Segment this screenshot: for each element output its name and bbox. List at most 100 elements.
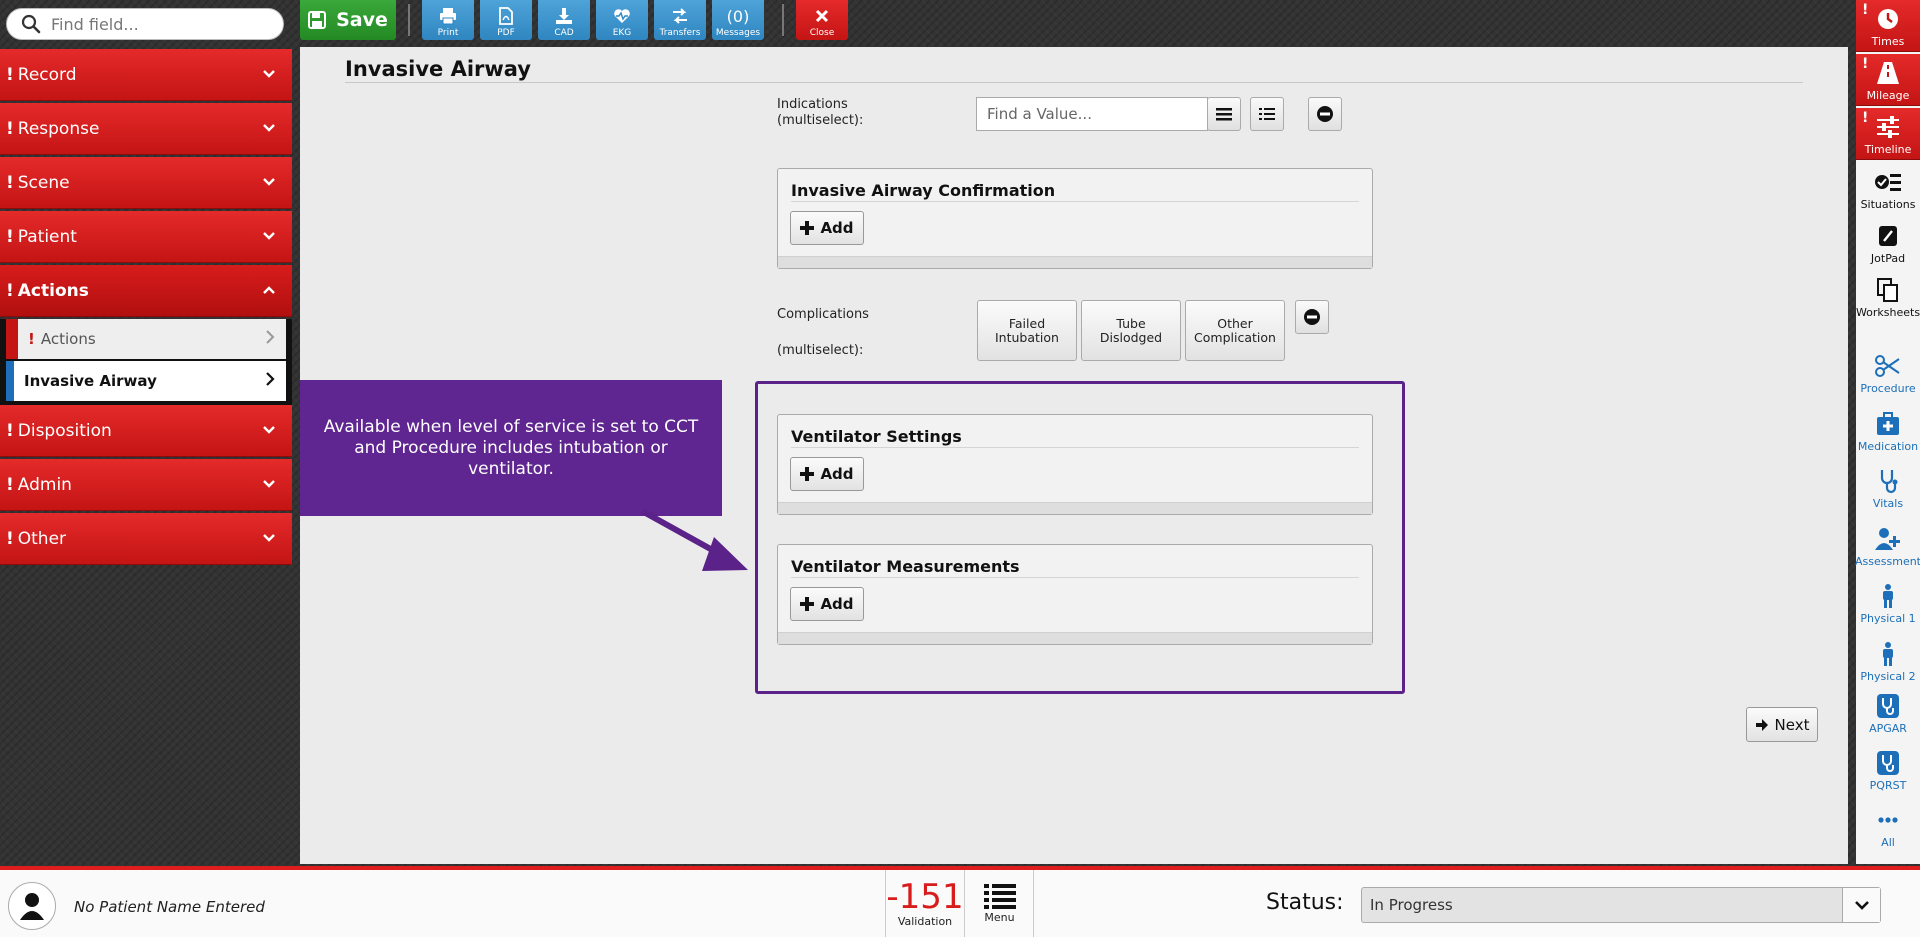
road-icon — [1877, 62, 1899, 84]
sidebar-item-admin[interactable]: ! Admin — [0, 459, 292, 511]
clear-indications-button[interactable] — [1308, 97, 1342, 131]
rail-assessment[interactable]: Assessment — [1855, 519, 1920, 571]
save-button[interactable]: Save — [300, 0, 396, 40]
messages-button[interactable]: (0) Messages — [712, 0, 764, 40]
rail-vitals[interactable]: Vitals — [1856, 461, 1920, 513]
rail-physical-2[interactable]: Physical 2 — [1856, 634, 1920, 686]
complication-other[interactable]: Other Complication — [1185, 300, 1285, 361]
chevron-right-icon — [266, 330, 275, 344]
alert-icon: ! — [6, 226, 14, 247]
add-label: Add — [820, 595, 854, 613]
floppy-icon — [308, 11, 327, 29]
rail-label: PQRST — [1869, 779, 1907, 792]
rail-physical-1[interactable]: Physical 1 — [1856, 576, 1920, 628]
subnav-item-label: Actions — [40, 330, 96, 348]
sidebar-item-disposition[interactable]: ! Disposition — [0, 405, 292, 457]
cad-button[interactable]: CAD — [538, 0, 590, 40]
rail-situations[interactable]: Situations — [1856, 162, 1920, 214]
print-button[interactable]: Print — [422, 0, 474, 40]
subnav-item-invasive-airway[interactable]: Invasive Airway — [6, 361, 286, 401]
subnav-item-actions[interactable]: ! Actions — [6, 319, 286, 359]
ekg-button[interactable]: EKG — [596, 0, 648, 40]
add-vent-settings-button[interactable]: Add — [790, 457, 864, 491]
main-panel: Invasive Airway Indications (multiselect… — [300, 47, 1848, 864]
list-icon — [983, 884, 1016, 909]
rail-pqrst[interactable]: PQRST — [1856, 743, 1920, 795]
arrow-right-icon — [1755, 718, 1768, 731]
complication-tube-dislodged[interactable]: Tube Dislodged — [1081, 300, 1181, 361]
panel-title: Ventilator Settings — [791, 427, 962, 446]
close-button[interactable]: Close — [796, 0, 848, 40]
add-vent-measurements-button[interactable]: Add — [790, 587, 864, 621]
sidebar-item-actions[interactable]: ! Actions — [0, 265, 292, 317]
rail-medication[interactable]: Medication — [1856, 404, 1920, 456]
stethoscope-box-icon — [1877, 751, 1899, 775]
add-confirmation-button[interactable]: Add — [790, 211, 864, 245]
confirmation-panel: Invasive Airway Confirmation Add — [777, 168, 1373, 269]
chevron-down-icon — [263, 232, 275, 240]
chevron-down-icon — [1854, 901, 1869, 910]
detail-list-button[interactable] — [1250, 97, 1284, 131]
ventilator-settings-panel: Ventilator Settings Add — [777, 414, 1373, 515]
sidebar-item-record[interactable]: ! Record — [0, 49, 292, 101]
alert-icon: ! — [28, 330, 35, 348]
sidebar-item-label: Patient — [17, 226, 77, 247]
transfers-label: Transfers — [659, 28, 701, 38]
rail-label: Vitals — [1872, 497, 1904, 510]
rail-procedure[interactable]: Procedure — [1856, 346, 1920, 398]
panel-footer — [778, 256, 1372, 268]
pdf-label: PDF — [497, 28, 515, 38]
patient-name: No Patient Name Entered — [74, 898, 265, 916]
rail-all[interactable]: All — [1856, 800, 1920, 852]
menu-button[interactable]: Menu — [966, 870, 1034, 937]
rail-times[interactable]: ! Times — [1856, 0, 1920, 52]
next-button[interactable]: Next — [1746, 707, 1818, 742]
ekg-label: EKG — [612, 28, 632, 38]
rail-mileage[interactable]: ! Mileage — [1856, 54, 1920, 106]
transfers-button[interactable]: Transfers — [654, 0, 706, 40]
panel-divider — [791, 447, 1359, 448]
sidebar: ! Record ! Response ! Scene ! Patient ! Actio… — [0, 49, 292, 567]
plus-icon — [800, 467, 815, 481]
cct-callout: Available when level of service is set t… — [300, 380, 722, 516]
rail-timeline[interactable]: ! Timeline — [1856, 108, 1920, 160]
add-label: Add — [820, 465, 854, 483]
bottom-bar: No Patient Name Entered -151 Validation … — [0, 866, 1920, 937]
indications-input[interactable] — [976, 97, 1208, 131]
panel-title: Ventilator Measurements — [791, 557, 1020, 576]
rail-label: Situations — [1860, 198, 1916, 211]
chevron-down-icon — [263, 426, 275, 434]
list-button[interactable] — [1207, 97, 1241, 131]
search-input[interactable] — [51, 14, 271, 34]
person-icon — [1883, 584, 1893, 608]
sidebar-item-patient[interactable]: ! Patient — [0, 211, 292, 263]
avatar[interactable] — [8, 882, 56, 930]
title-divider — [345, 82, 1803, 83]
pdf-button[interactable]: PDF — [480, 0, 532, 40]
ekg-icon — [614, 9, 630, 23]
rail-worksheets[interactable]: Worksheets — [1856, 270, 1920, 322]
sidebar-item-response[interactable]: ! Response — [0, 103, 292, 155]
hamburger-icon — [1216, 108, 1232, 121]
print-label: Print — [437, 28, 459, 38]
sidebar-item-label: Other — [17, 528, 67, 549]
alert-icon: ! — [6, 280, 14, 301]
rail-label: Assessment — [1855, 555, 1920, 568]
sidebar-item-other[interactable]: ! Other — [0, 513, 292, 565]
subnav-item-label: Invasive Airway — [24, 372, 157, 390]
field-search[interactable] — [6, 8, 284, 40]
copy-icon — [1877, 278, 1898, 302]
status-select[interactable]: In Progress — [1361, 887, 1881, 923]
alert-icon: ! — [6, 172, 14, 193]
clear-complications-button[interactable] — [1295, 300, 1329, 334]
validation-counter[interactable]: -151 Validation — [885, 870, 965, 937]
sidebar-item-label: Disposition — [17, 420, 112, 441]
status-dropdown-toggle[interactable] — [1842, 888, 1880, 922]
sidebar-item-scene[interactable]: ! Scene — [0, 157, 292, 209]
rail-apgar[interactable]: APGAR — [1856, 686, 1920, 738]
rail-jotpad[interactable]: JotPad — [1856, 216, 1920, 268]
person-icon — [1883, 642, 1893, 666]
panel-title: Invasive Airway Confirmation — [791, 181, 1056, 200]
complication-failed-intubation[interactable]: Failed Intubation — [977, 300, 1077, 361]
chevron-up-icon — [263, 286, 275, 294]
